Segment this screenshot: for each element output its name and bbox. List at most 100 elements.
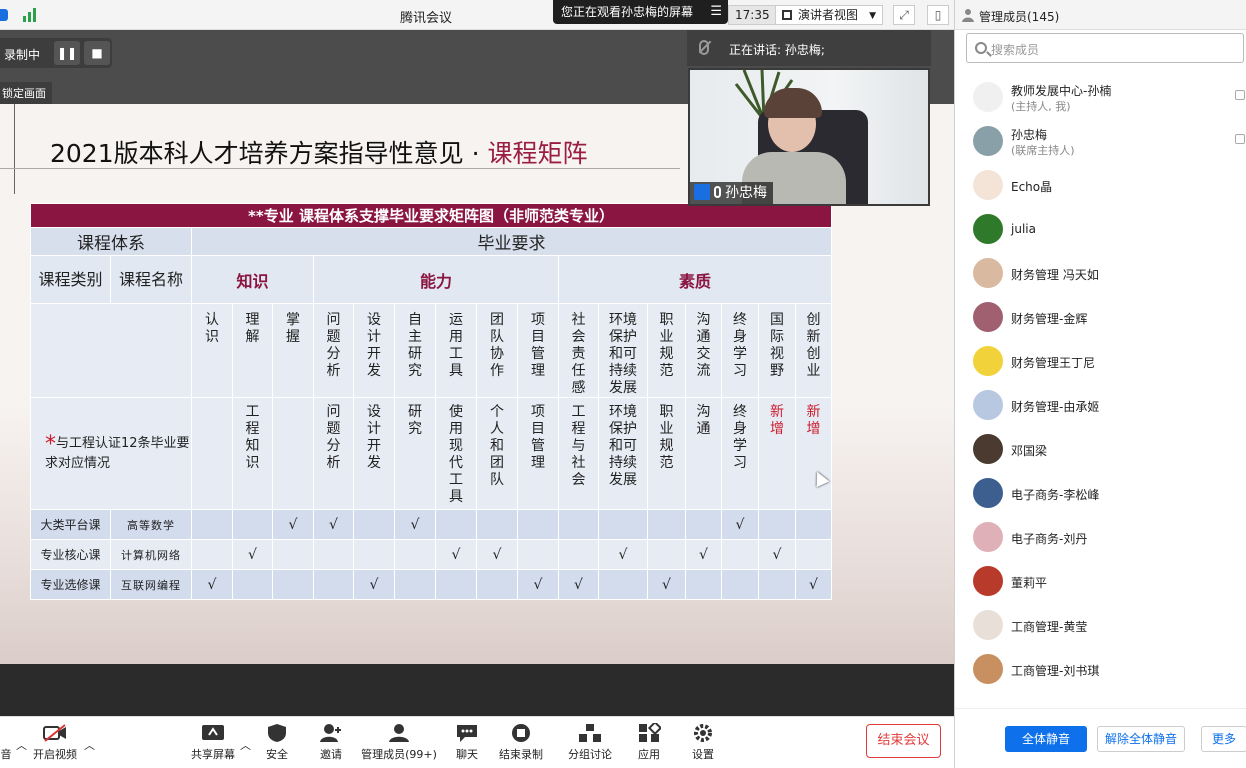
end-meeting-button[interactable]: 结束会议 (866, 724, 941, 758)
header-text-line: 握 (286, 329, 300, 345)
lock-screen-tooltip[interactable]: 锁定画面 (0, 82, 52, 106)
avatar (973, 610, 1003, 640)
check-cell: √ (191, 569, 233, 600)
manage-members-label: 管理成员(99+) (361, 748, 437, 761)
header-text-line: 目 (531, 421, 545, 437)
member-item[interactable]: 孙忠梅 (联席主持人) (955, 120, 1246, 164)
title-bar: 腾讯会议 17:35 演讲者视图 ▼ ⤢ ▯ (0, 0, 954, 30)
window-title: 腾讯会议 (400, 11, 453, 26)
member-item[interactable]: 工商管理-黄莹 (955, 604, 1246, 648)
header-text-line: 学 (733, 438, 747, 454)
header-text-line: 终 (733, 312, 747, 328)
check-cell: √ (313, 509, 354, 540)
member-item[interactable]: 电子商务-李松峰 (955, 472, 1246, 516)
stop-recording-button[interactable]: ■ (84, 41, 110, 65)
recording-label: 录制中 (4, 48, 41, 62)
more-button[interactable]: 更多 (1201, 726, 1246, 752)
view-mode-dropdown[interactable]: 演讲者视图 ▼ (775, 5, 883, 25)
member-item[interactable]: julia (955, 208, 1246, 252)
header-text-line: 持续 (609, 455, 637, 471)
check-cell: √ (272, 509, 314, 540)
header-text-line: 项 (531, 404, 545, 420)
member-item[interactable]: 工商管理-刘书琪 (955, 648, 1246, 692)
settings-button[interactable]: 设置 (686, 721, 720, 767)
video-chevron-up-icon[interactable]: ︿ (84, 737, 95, 753)
speaker-video-tile[interactable]: 孙忠梅 (688, 68, 930, 206)
subcolumn-header: 国际视野 (758, 303, 796, 398)
sidebar-toggle-icon[interactable]: ▯ (927, 5, 949, 25)
member-item[interactable]: 财务管理 冯天如 (955, 252, 1246, 296)
end-recording-button[interactable]: 结束录制 (496, 721, 546, 767)
member-name: 财务管理-由承姬 (1011, 400, 1100, 414)
check-cell (558, 539, 599, 570)
avatar (973, 390, 1003, 420)
header-text-line: 身 (733, 421, 747, 437)
breakout-icon (579, 724, 601, 742)
member-name: 教师发展中心-孙楠 (1011, 84, 1112, 98)
invite-button[interactable]: 邀请 (314, 721, 348, 767)
check-cell: √ (517, 569, 559, 600)
audio-button[interactable]: 音 (0, 721, 14, 767)
muted-mic-icon (699, 40, 709, 55)
add-user-icon (320, 724, 341, 742)
header-text-line: 析 (326, 455, 341, 471)
member-item[interactable]: 财务管理-由承姬 (955, 384, 1246, 428)
member-item[interactable]: 邓国梁 (955, 428, 1246, 472)
subcolumn-header: 运用工具 (435, 303, 477, 398)
header-text-line: 开 (367, 438, 381, 454)
meeting-window: 腾讯会议 17:35 演讲者视图 ▼ ⤢ ▯ 您正在观看孙忠梅的屏幕 ☰ 录制中… (0, 0, 1246, 768)
menu-icon[interactable]: ☰ (710, 0, 722, 24)
security-button[interactable]: 安全 (260, 721, 294, 767)
check-cell (353, 539, 395, 570)
member-item[interactable]: Echo晶 (955, 164, 1246, 208)
chat-button[interactable]: 聊天 (450, 721, 484, 767)
header-text-line: 和可 (609, 346, 637, 362)
fullscreen-icon[interactable]: ⤢ (893, 5, 915, 25)
signal-strength-icon[interactable] (22, 7, 38, 23)
check-cell: √ (598, 539, 648, 570)
member-item[interactable]: 财务管理-金辉 (955, 296, 1246, 340)
certification-cell: 新增 (758, 397, 796, 510)
header-text-line: 工 (449, 346, 463, 362)
check-cell (517, 509, 559, 540)
manage-members-button[interactable]: 管理成员(99+) (360, 721, 438, 767)
subcolumn-header: 理解 (232, 303, 273, 398)
apps-button[interactable]: 应用 (632, 721, 666, 767)
course-type: 专业选修课 (30, 569, 111, 600)
header-text-line: 析 (326, 363, 341, 379)
start-video-button[interactable]: 开启视频 (30, 721, 80, 767)
header-text-line: 职 (659, 404, 674, 420)
header-course-name: 课程名称 (110, 255, 192, 304)
member-item[interactable]: 财务管理王丁尼 (955, 340, 1246, 384)
pause-recording-button[interactable]: ❚❚ (54, 41, 80, 65)
audio-label: 音 (0, 748, 12, 761)
breakout-button[interactable]: 分组讨论 (565, 721, 615, 767)
member-item[interactable]: 电子商务-刘丹 (955, 516, 1246, 560)
slide-title-main: 2021版本科人才培养方案指导性意见 · (50, 139, 480, 168)
header-text-line: 作 (490, 363, 504, 379)
header-text-line: 业 (659, 421, 674, 437)
share-screen-button[interactable]: 共享屏幕 (189, 721, 237, 767)
share-screen-icon (202, 725, 224, 740)
subcolumn-header-row: 认识理解掌握问题分析设计开发自主研究运用工具团队协作项目管理社会责任感环境 保护和… (30, 303, 832, 398)
header-text-line: 新 (806, 329, 821, 345)
check-cell (394, 569, 436, 600)
header-text-line: 代 (449, 455, 463, 471)
mute-all-button[interactable]: 全体静音 (1005, 726, 1087, 752)
member-name: 工商管理-黄莹 (1011, 620, 1088, 634)
member-status-icon[interactable] (1235, 90, 1245, 100)
member-item[interactable]: 教师发展中心-孙楠 (主持人, 我) (955, 76, 1246, 120)
audio-chevron-up-icon[interactable]: ︿ (16, 737, 27, 753)
member-search-input[interactable]: 搜索成员 (966, 33, 1244, 63)
share-chevron-up-icon[interactable]: ︿ (240, 737, 251, 753)
member-status-icon[interactable] (1235, 134, 1245, 144)
table-row: 专业选修课 互联网编程 √ √ √ √ √ √ (30, 569, 832, 600)
header-text-line: 理 (531, 363, 545, 379)
header-text-line: 题 (326, 421, 341, 437)
header-text-line: 工 (449, 472, 463, 488)
header-text-line: 会 (571, 329, 586, 345)
share-banner[interactable]: 您正在观看孙忠梅的屏幕 ☰ (553, 0, 728, 24)
member-item[interactable]: 董莉平 (955, 560, 1246, 604)
header-text-line: 计 (367, 329, 381, 345)
unmute-all-button[interactable]: 解除全体静音 (1097, 726, 1185, 752)
